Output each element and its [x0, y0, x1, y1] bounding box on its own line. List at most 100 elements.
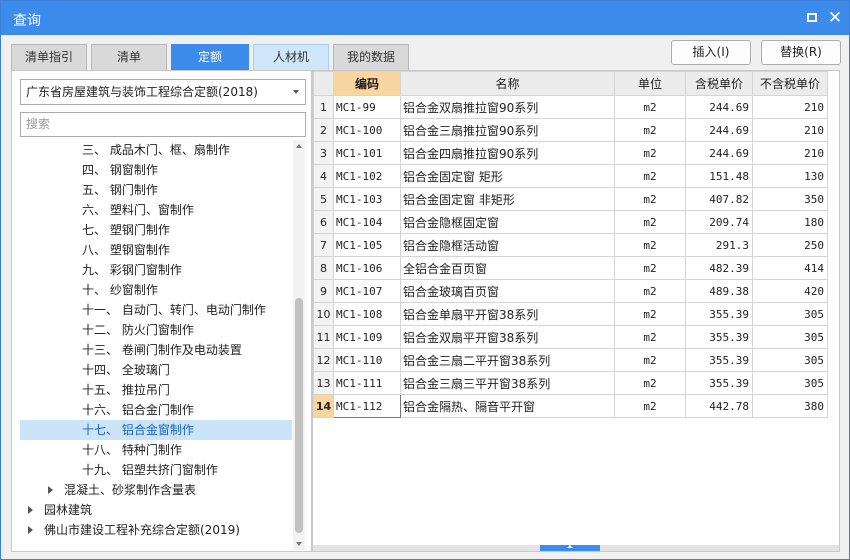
table-row[interactable]: 8 MC1-106 全铝合金百页窗 m2 482.39 414 [313, 256, 828, 280]
cell-price[interactable]: 180 [752, 210, 828, 234]
tab-quota[interactable]: 定额 [171, 44, 249, 70]
cell-tax-price[interactable]: 407.82 [685, 187, 753, 211]
cell-price[interactable]: 210 [752, 118, 828, 142]
search-input[interactable]: 搜索 [20, 112, 306, 137]
cell-price[interactable]: 305 [752, 348, 828, 372]
cell-code[interactable]: MC1-106 [333, 256, 401, 280]
table-row[interactable]: 10 MC1-108 铝合金单扇平开窗38系列 m2 355.39 305 [313, 302, 828, 326]
table-scrollbar[interactable] [313, 545, 839, 551]
replace-button[interactable]: 替换(R) [761, 40, 841, 65]
cell-tax-price[interactable]: 209.74 [685, 210, 753, 234]
cell-code[interactable]: MC1-105 [333, 233, 401, 257]
cell-name[interactable]: 铝合金固定窗 非矩形 [400, 187, 615, 211]
cell-price[interactable]: 250 [752, 233, 828, 257]
tree-item[interactable]: 三、 成品木门、框、扇制作 [20, 140, 292, 160]
table-row[interactable]: 3 MC1-101 铝合金四扇推拉窗90系列 m2 244.69 210 [313, 141, 828, 165]
cell-price[interactable]: 305 [752, 302, 828, 326]
tree-item-selected[interactable]: 十七、 铝合金窗制作 [20, 420, 292, 440]
row-number[interactable]: 7 [313, 233, 334, 257]
tree-scrollbar[interactable] [293, 140, 305, 550]
cell-tax-price[interactable]: 355.39 [685, 348, 753, 372]
chevron-right-icon[interactable] [48, 486, 53, 494]
cell-name[interactable]: 铝合金三扇三平开窗38系列 [400, 371, 615, 395]
cell-unit[interactable]: m2 [614, 233, 686, 257]
chevron-right-icon[interactable] [28, 506, 33, 514]
tree-item-collapsed[interactable]: 园林建筑 [20, 500, 292, 520]
cell-name[interactable]: 铝合金固定窗 矩形 [400, 164, 615, 188]
cell-unit[interactable]: m2 [614, 394, 686, 418]
cell-unit[interactable]: m2 [614, 348, 686, 372]
cell-unit[interactable]: m2 [614, 210, 686, 234]
table-row[interactable]: 13 MC1-111 铝合金三扇三平开窗38系列 m2 355.39 305 [313, 371, 828, 395]
cell-code[interactable]: MC1-108 [333, 302, 401, 326]
cell-code[interactable]: MC1-103 [333, 187, 401, 211]
row-number[interactable]: 5 [313, 187, 334, 211]
cell-name[interactable]: 铝合金隔热、隔音平开窗 [400, 394, 615, 418]
cell-tax-price[interactable]: 489.38 [685, 279, 753, 303]
close-icon[interactable]: ✕ [827, 10, 843, 27]
cell-tax-price[interactable]: 244.69 [685, 95, 753, 119]
cell-unit[interactable]: m2 [614, 256, 686, 280]
cell-price[interactable]: 380 [752, 394, 828, 418]
row-number[interactable]: 14 [313, 394, 334, 418]
table-row[interactable]: 11 MC1-109 铝合金双扇平开窗38系列 m2 355.39 305 [313, 325, 828, 349]
tree-item[interactable]: 十九、 铝塑共挤门窗制作 [20, 460, 292, 480]
table-row[interactable]: 5 MC1-103 铝合金固定窗 非矩形 m2 407.82 350 [313, 187, 828, 211]
cell-unit[interactable]: m2 [614, 371, 686, 395]
cell-tax-price[interactable]: 151.48 [685, 164, 753, 188]
tree-item[interactable]: 十二、 防火门窗制作 [20, 320, 292, 340]
quota-book-select[interactable]: 广东省房屋建筑与装饰工程综合定额(2018) [20, 79, 306, 105]
cell-code[interactable]: MC1-111 [333, 371, 401, 395]
insert-button[interactable]: 插入(I) [671, 40, 751, 65]
scroll-up-icon[interactable] [296, 144, 302, 148]
tab-labor-material-machine[interactable]: 人材机 [253, 44, 329, 70]
cell-unit[interactable]: m2 [614, 302, 686, 326]
col-header-tax-price[interactable]: 含税单价 [685, 71, 753, 96]
cell-price[interactable]: 350 [752, 187, 828, 211]
row-number[interactable]: 10 [313, 302, 334, 326]
col-header-name[interactable]: 名称 [400, 71, 615, 96]
cell-code[interactable]: MC1-112 [333, 394, 401, 418]
table-row[interactable]: 6 MC1-104 铝合金隐框固定窗 m2 209.74 180 [313, 210, 828, 234]
scroll-thumb[interactable] [295, 298, 303, 533]
table-row[interactable]: 4 MC1-102 铝合金固定窗 矩形 m2 151.48 130 [313, 164, 828, 188]
row-number[interactable]: 3 [313, 141, 334, 165]
tree-item[interactable]: 五、 钢门制作 [20, 180, 292, 200]
cell-unit[interactable]: m2 [614, 187, 686, 211]
col-header-price[interactable]: 不含税单价 [752, 71, 828, 96]
tree-item[interactable]: 十、 纱窗制作 [20, 280, 292, 300]
tree-item[interactable]: 六、 塑料门、窗制作 [20, 200, 292, 220]
tab-bill[interactable]: 清单 [91, 44, 167, 70]
cell-tax-price[interactable]: 355.39 [685, 371, 753, 395]
cell-code[interactable]: MC1-100 [333, 118, 401, 142]
row-number[interactable]: 8 [313, 256, 334, 280]
tab-my-data[interactable]: 我的数据 [333, 44, 409, 70]
row-number[interactable]: 4 [313, 164, 334, 188]
maximize-icon[interactable] [804, 10, 820, 26]
cell-price[interactable]: 210 [752, 95, 828, 119]
row-number[interactable]: 12 [313, 348, 334, 372]
cell-price[interactable]: 130 [752, 164, 828, 188]
tree-item-collapsed[interactable]: 佛山市建设工程补充综合定额(2019) [20, 520, 292, 540]
row-number[interactable]: 1 [313, 95, 334, 119]
cell-unit[interactable]: m2 [614, 118, 686, 142]
scroll-down-icon[interactable] [296, 542, 302, 546]
cell-tax-price[interactable]: 482.39 [685, 256, 753, 280]
table-row[interactable]: 7 MC1-105 铝合金隐框活动窗 m2 291.3 250 [313, 233, 828, 257]
table-row[interactable]: 9 MC1-107 铝合金玻璃百页窗 m2 489.38 420 [313, 279, 828, 303]
cell-price[interactable]: 305 [752, 325, 828, 349]
cell-name[interactable]: 铝合金双扇推拉窗90系列 [400, 95, 615, 119]
cell-name[interactable]: 铝合金玻璃百页窗 [400, 279, 615, 303]
table-row[interactable]: 2 MC1-100 铝合金三扇推拉窗90系列 m2 244.69 210 [313, 118, 828, 142]
tree-item[interactable]: 十五、 推拉吊门 [20, 380, 292, 400]
cell-unit[interactable]: m2 [614, 164, 686, 188]
cell-code[interactable]: MC1-101 [333, 141, 401, 165]
chevron-right-icon[interactable] [28, 526, 33, 534]
row-number[interactable]: 11 [313, 325, 334, 349]
tree-item[interactable]: 十一、 自动门、转门、电动门制作 [20, 300, 292, 320]
cell-price[interactable]: 210 [752, 141, 828, 165]
cell-tax-price[interactable]: 244.69 [685, 118, 753, 142]
tree-item[interactable]: 十四、 全玻璃门 [20, 360, 292, 380]
cell-unit[interactable]: m2 [614, 141, 686, 165]
cell-name[interactable]: 铝合金三扇推拉窗90系列 [400, 118, 615, 142]
